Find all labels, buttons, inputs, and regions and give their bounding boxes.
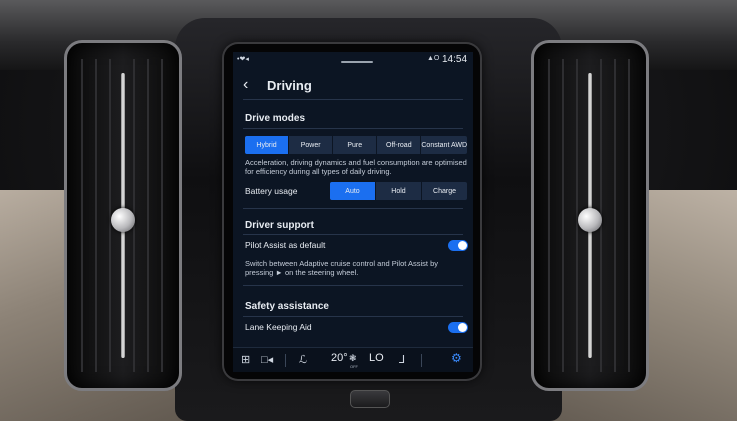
battery-usage-label: Battery usage <box>245 186 298 196</box>
fan-status: OFF <box>350 364 358 369</box>
lane-keeping-label: Lane Keeping Aid <box>245 322 312 332</box>
seat-heat-right-icon[interactable]: ⅃ <box>399 353 405 366</box>
divider <box>243 285 463 286</box>
vent-knob-right[interactable] <box>578 208 602 232</box>
divider <box>243 234 463 235</box>
divider <box>243 128 463 129</box>
pilot-assist-description: Switch between Adaptive cruise control a… <box>245 259 439 277</box>
dock-separator <box>285 354 286 367</box>
divider <box>243 316 463 317</box>
drive-mode-pure[interactable]: Pure <box>333 136 378 154</box>
home-button[interactable] <box>350 390 390 408</box>
connection-icons: •❤◂ <box>237 56 249 63</box>
drive-mode-description: Acceleration, driving dynamics and fuel … <box>245 158 467 176</box>
battery-usage-selector: Auto Hold Charge <box>330 182 467 200</box>
battery-usage-auto[interactable]: Auto <box>330 182 376 200</box>
status-indicator: ▲O <box>427 55 440 62</box>
pilot-assist-label: Pilot Assist as default <box>245 240 326 250</box>
drive-mode-power[interactable]: Power <box>289 136 334 154</box>
page-header: ‹ Driving <box>233 72 473 100</box>
drive-mode-constant-awd[interactable]: Constant AWD <box>421 136 467 154</box>
drive-mode-selector: Hybrid Power Pure Off-road Constant AWD <box>245 136 467 154</box>
drive-mode-off-road[interactable]: Off-road <box>377 136 422 154</box>
climate-bar: ⊞ □◂ ℒ 20° ❃ OFF LO ⅃ ⚙ <box>233 347 473 372</box>
battery-usage-charge[interactable]: Charge <box>422 182 467 200</box>
vent-knob-left[interactable] <box>111 208 135 232</box>
climate-level[interactable]: LO <box>369 352 384 364</box>
section-title-drive-modes: Drive modes <box>245 113 306 124</box>
temperature-value[interactable]: 20° <box>331 352 348 364</box>
page-title: Driving <box>267 78 312 93</box>
section-title-driver-support: Driver support <box>245 220 314 231</box>
air-vent-right[interactable] <box>531 40 649 391</box>
status-bar: •❤◂ ▲O 14:54 <box>233 52 473 68</box>
seat-heat-left-icon[interactable]: ℒ <box>299 353 307 366</box>
drive-mode-hybrid[interactable]: Hybrid <box>245 136 290 154</box>
back-chevron-icon[interactable]: ‹ <box>243 76 248 94</box>
fan-icon[interactable]: ❃ <box>349 353 357 364</box>
clock: 14:54 <box>442 54 468 65</box>
pilot-assist-toggle[interactable] <box>448 240 468 251</box>
app-grid-icon[interactable]: ⊞ <box>241 353 250 366</box>
battery-usage-hold[interactable]: Hold <box>376 182 422 200</box>
dock-separator <box>421 354 422 367</box>
lane-keeping-toggle[interactable] <box>448 322 468 333</box>
top-drawer-handle[interactable] <box>341 61 373 63</box>
divider <box>243 99 463 100</box>
section-title-safety-assistance: Safety assistance <box>245 301 329 312</box>
infotainment-screen: •❤◂ ▲O 14:54 ‹ Driving Drive modes Hybri… <box>233 52 473 372</box>
divider <box>243 208 463 209</box>
settings-gear-icon[interactable]: ⚙ <box>451 351 462 365</box>
camera-icon[interactable]: □◂ <box>261 353 273 366</box>
air-vent-left[interactable] <box>64 40 182 391</box>
